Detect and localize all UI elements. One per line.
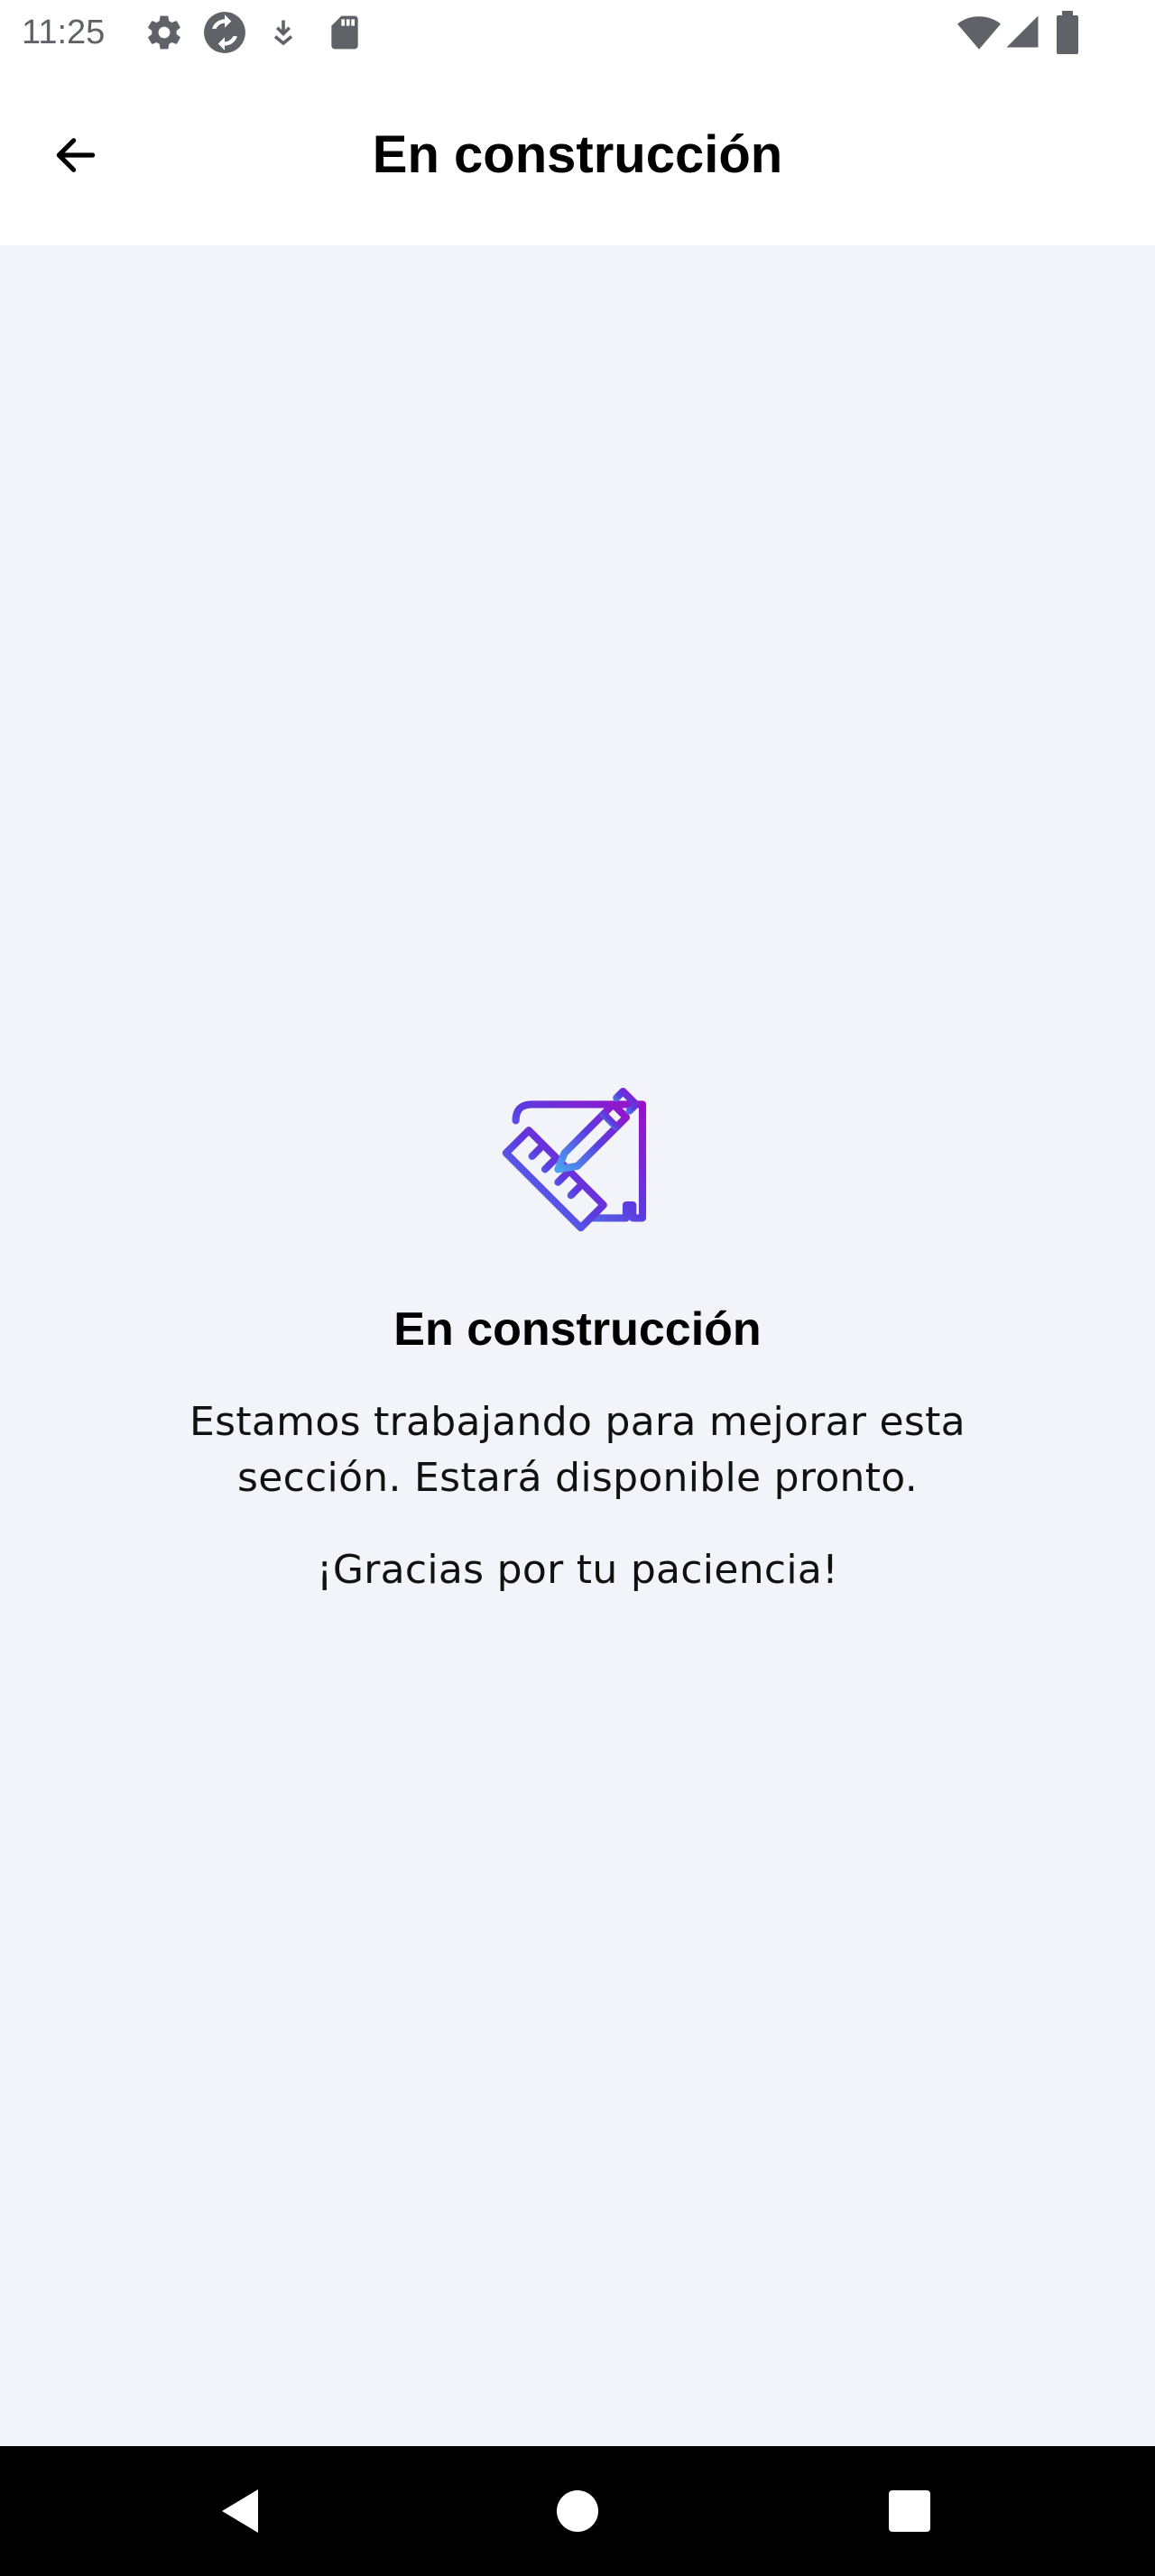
empty-state-message: Estamos trabajando para mejorar esta sec… [189, 1399, 966, 1501]
sync-icon [202, 10, 247, 55]
nav-home-button[interactable] [532, 2466, 623, 2556]
main-content: En construcción Estamos trabajando para … [0, 245, 1155, 2446]
page-title: En construcción [372, 125, 783, 184]
arrow-left-icon [56, 138, 96, 172]
recents-square-icon [889, 2490, 930, 2532]
home-circle-icon [557, 2490, 598, 2532]
ruler-pencil-icon [496, 1075, 659, 1237]
system-nav-bar [0, 2446, 1155, 2576]
empty-state: En construcción Estamos trabajando para … [0, 1075, 1155, 1598]
back-triangle-icon [222, 2489, 258, 2533]
app-bar: En construcción [0, 65, 1155, 245]
nav-back-button[interactable] [195, 2466, 285, 2556]
status-bar: 11:25 [0, 0, 1155, 65]
empty-state-title: En construcción [393, 1303, 762, 1356]
wifi-icon [956, 10, 1002, 55]
empty-state-thanks: ¡Gracias por tu paciencia! [316, 1547, 839, 1593]
signal-icon [1003, 11, 1041, 52]
back-button[interactable] [36, 115, 116, 195]
settings-icon [144, 13, 184, 52]
download-icon [267, 13, 300, 52]
status-time: 11:25 [22, 14, 106, 51]
nav-recents-button[interactable] [864, 2466, 955, 2556]
battery-icon [1052, 11, 1083, 54]
sd-card-icon [325, 13, 365, 52]
